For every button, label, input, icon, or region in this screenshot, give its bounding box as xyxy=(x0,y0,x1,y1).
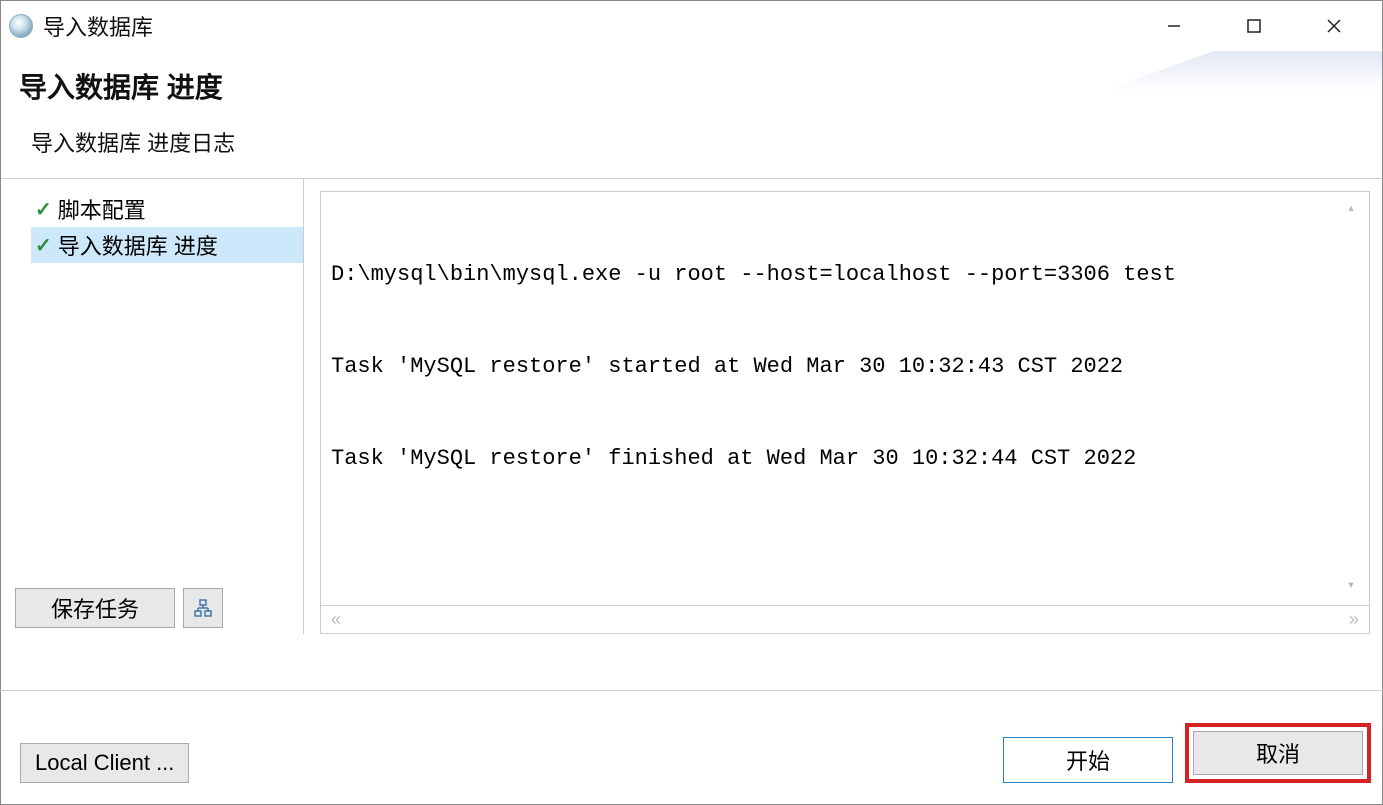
step-script-config[interactable]: ✓ 脚本配置 xyxy=(31,191,303,227)
scroll-right-icon: » xyxy=(1349,609,1359,630)
sidebar: ✓ 脚本配置 ✓ 导入数据库 进度 保存任务 xyxy=(1,179,304,634)
scroll-left-icon: « xyxy=(331,609,341,630)
scroll-down-icon: ▾ xyxy=(1347,577,1355,597)
save-task-button[interactable]: 保存任务 xyxy=(15,588,175,628)
horizontal-scrollbar[interactable]: « » xyxy=(320,606,1370,634)
close-button[interactable] xyxy=(1314,6,1354,46)
start-button[interactable]: 开始 xyxy=(1003,737,1173,783)
org-chart-button[interactable] xyxy=(183,588,223,628)
maximize-icon xyxy=(1246,18,1262,34)
log-line: Task 'MySQL restore' finished at Wed Mar… xyxy=(331,444,1359,475)
log-line: Task 'MySQL restore' started at Wed Mar … xyxy=(331,352,1359,383)
cancel-highlight: 取消 xyxy=(1185,723,1371,783)
scroll-up-icon: ▴ xyxy=(1347,200,1355,220)
maximize-button[interactable] xyxy=(1234,6,1274,46)
header: 导入数据库 进度 导入数据库 进度日志 xyxy=(1,51,1382,179)
content: ✓ 脚本配置 ✓ 导入数据库 进度 保存任务 D xyxy=(1,179,1382,634)
check-icon: ✓ xyxy=(35,197,52,222)
app-icon xyxy=(9,14,33,38)
step-label: 导入数据库 进度 xyxy=(58,229,218,261)
window-title: 导入数据库 xyxy=(43,10,1154,42)
titlebar: 导入数据库 xyxy=(1,1,1382,51)
step-import-progress[interactable]: ✓ 导入数据库 进度 xyxy=(31,227,303,263)
local-client-button[interactable]: Local Client ... xyxy=(20,743,189,783)
sidebar-bottom: 保存任务 xyxy=(15,588,223,628)
window-controls xyxy=(1154,6,1374,46)
minimize-button[interactable] xyxy=(1154,6,1194,46)
bottom-bar: Local Client ... 开始 取消 xyxy=(0,690,1383,805)
step-label: 脚本配置 xyxy=(58,193,146,225)
log-panel: D:\mysql\bin\mysql.exe -u root --host=lo… xyxy=(304,179,1382,634)
cancel-button[interactable]: 取消 xyxy=(1193,731,1363,775)
log-output[interactable]: D:\mysql\bin\mysql.exe -u root --host=lo… xyxy=(320,191,1370,606)
minimize-icon xyxy=(1166,18,1182,34)
check-icon: ✓ xyxy=(35,233,52,258)
close-icon xyxy=(1326,18,1342,34)
vertical-scrollbar[interactable]: ▴ ▾ xyxy=(1341,200,1361,597)
log-line: D:\mysql\bin\mysql.exe -u root --host=lo… xyxy=(331,260,1359,291)
page-subtitle: 导入数据库 进度日志 xyxy=(19,126,1364,158)
org-chart-icon xyxy=(194,599,212,617)
